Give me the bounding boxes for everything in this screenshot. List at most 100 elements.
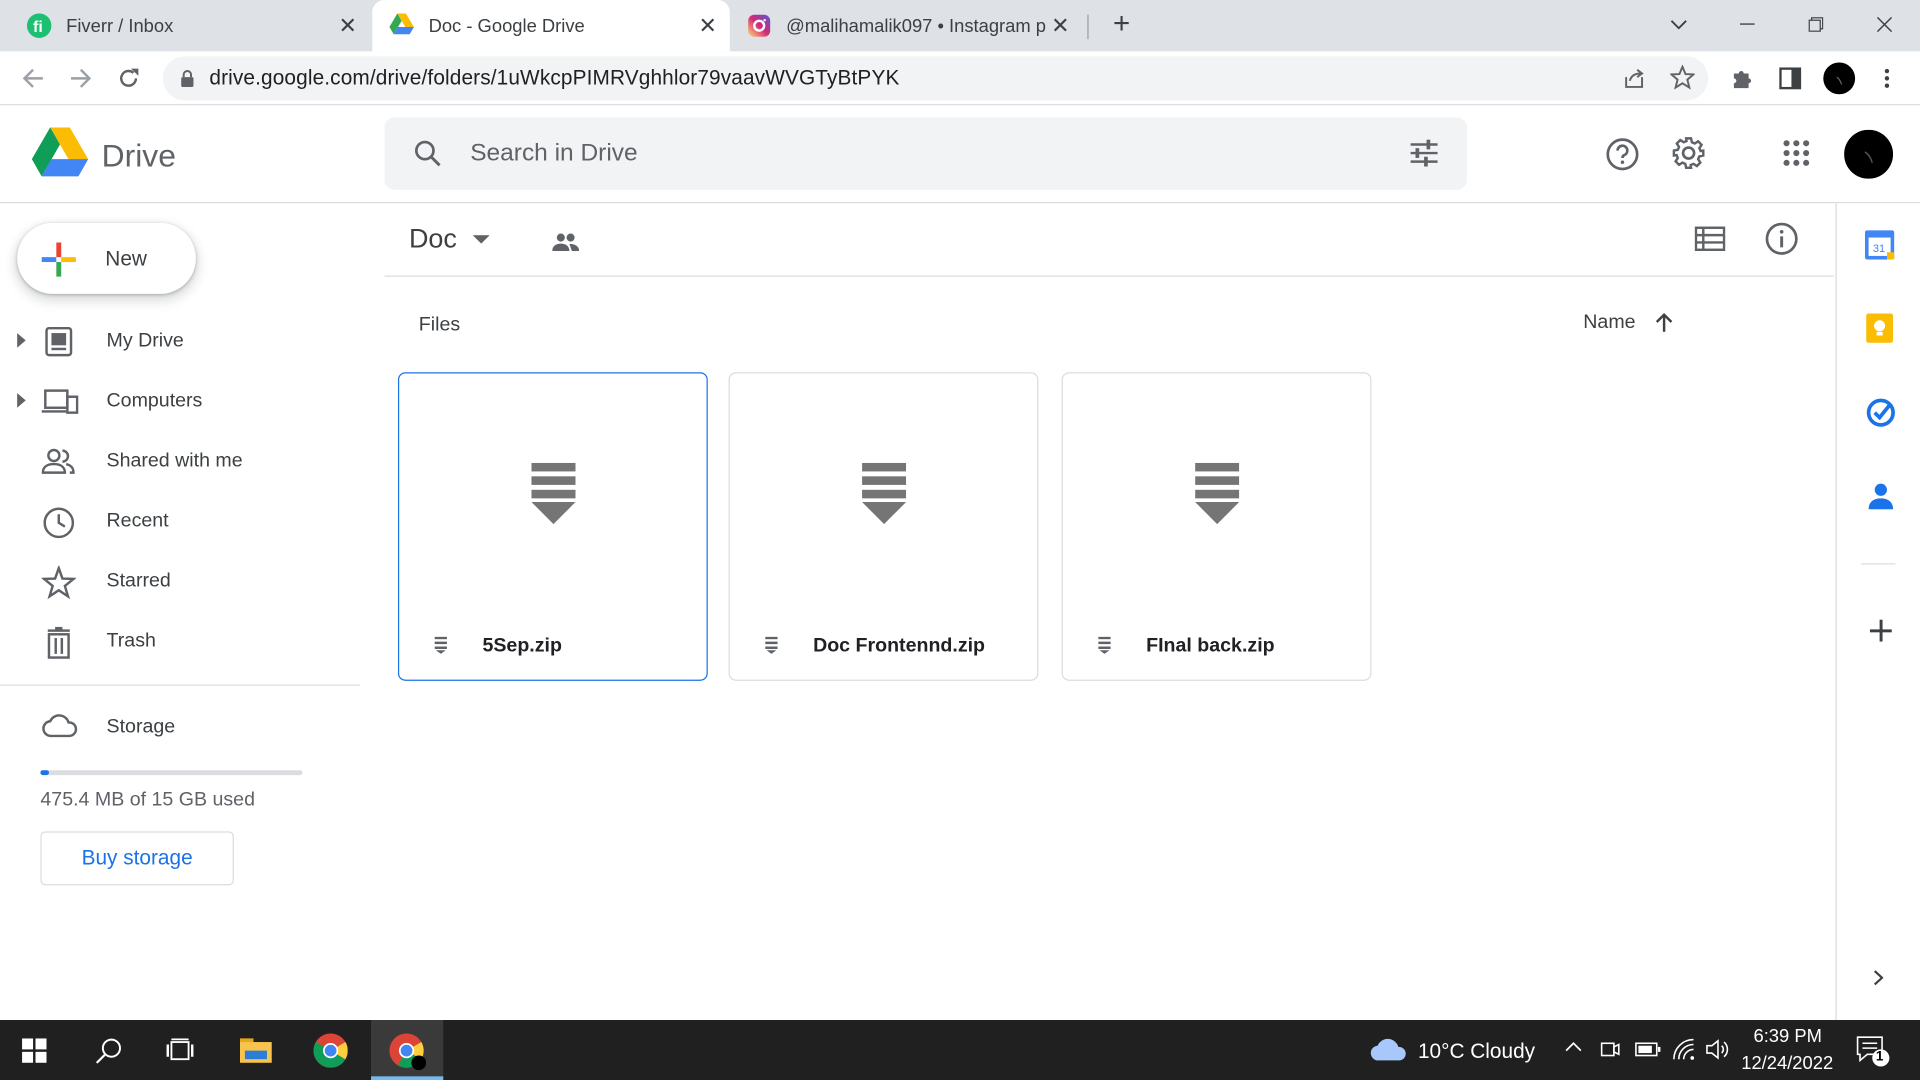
sidebar-item-label: Computers	[106, 390, 203, 412]
side-panel-icon[interactable]	[1773, 61, 1807, 95]
calendar-icon[interactable]: 31	[1864, 230, 1895, 260]
close-window-button[interactable]	[1866, 10, 1903, 39]
google-drive-logo-icon[interactable]	[31, 127, 89, 178]
sort-by-name-button[interactable]: Name	[1583, 312, 1635, 334]
sidebar-item-label: My Drive	[106, 330, 184, 352]
address-bar[interactable]: drive.google.com/drive/folders/1uWkcpPIM…	[162, 56, 1709, 101]
file-thumbnail	[1063, 373, 1370, 613]
search-options-sliders-icon[interactable]	[1409, 139, 1438, 167]
new-tab-button[interactable]: +	[1103, 7, 1140, 40]
browser-menu-icon[interactable]	[1870, 61, 1904, 95]
settings-gear-icon[interactable]	[1671, 136, 1705, 170]
windows-taskbar: 10°C Cloudy 6:39 PM 12/24/2022 1	[0, 1020, 1920, 1080]
trash-icon	[42, 626, 76, 659]
expand-arrow-icon[interactable]	[17, 333, 26, 348]
expand-arrow-icon[interactable]	[17, 393, 26, 408]
shared-folder-people-icon[interactable]	[552, 233, 580, 253]
notification-count: 1	[1875, 1049, 1884, 1065]
profile-avatar-icon[interactable]	[1822, 61, 1856, 95]
tab-fiverr[interactable]: fi Fiverr / Inbox ✕	[0, 0, 370, 51]
search-icon[interactable]	[414, 140, 441, 167]
help-icon[interactable]	[1605, 137, 1639, 171]
drive-app-name[interactable]: Drive	[102, 137, 176, 175]
reload-icon[interactable]	[111, 61, 145, 95]
sidebar-item-shared-with-me[interactable]: Shared with me	[0, 437, 360, 486]
sort-label: Name	[1583, 312, 1636, 334]
share-icon[interactable]	[1622, 66, 1646, 90]
close-tab-icon[interactable]: ✕	[1046, 11, 1075, 40]
get-addons-plus-icon[interactable]	[1869, 619, 1892, 642]
clock-time[interactable]: 6:39 PM	[1753, 1026, 1821, 1047]
restore-button[interactable]	[1798, 10, 1835, 39]
browser-tab-strip: fi Fiverr / Inbox ✕ Doc - Google Drive ✕…	[0, 0, 1920, 52]
folder-title[interactable]: Doc	[409, 223, 457, 255]
back-arrow-icon[interactable]	[16, 61, 50, 95]
clock-date[interactable]: 12/24/2022	[1741, 1053, 1833, 1074]
windows-start-icon[interactable]	[22, 1038, 47, 1063]
sidebar-item-storage[interactable]: Storage	[0, 703, 360, 752]
sidebar-item-starred[interactable]: Starred	[0, 557, 360, 606]
new-button-label: New	[105, 247, 147, 271]
star-icon	[41, 565, 76, 600]
extensions-puzzle-icon[interactable]	[1725, 61, 1759, 95]
buy-storage-button[interactable]: Buy storage	[40, 831, 234, 886]
weather-text[interactable]: 10°C Cloudy	[1418, 1040, 1535, 1064]
zip-archive-icon	[861, 462, 906, 525]
taskbar-search-icon[interactable]	[95, 1037, 123, 1064]
new-button[interactable]: New	[17, 222, 196, 294]
bookmark-star-icon[interactable]	[1670, 64, 1695, 90]
drive-header: Drive Search in Drive	[0, 105, 1920, 204]
tab-instagram[interactable]: @malihamalik097 • Instagram ph ✕	[730, 0, 1083, 51]
file-explorer-icon[interactable]	[240, 1036, 272, 1063]
sidebar-item-computers[interactable]: Computers	[0, 377, 360, 426]
instagram-icon	[747, 13, 771, 37]
chrome-icon[interactable]	[313, 1033, 348, 1068]
sidebar-item-label: Starred	[106, 570, 171, 592]
my-drive-icon	[42, 326, 76, 358]
volume-speaker-icon[interactable]	[1706, 1038, 1730, 1060]
file-card[interactable]: FInal back.zip	[1061, 372, 1372, 681]
details-info-icon[interactable]	[1765, 222, 1799, 256]
google-drive-icon	[389, 13, 414, 37]
forward-arrow-icon[interactable]	[64, 61, 98, 95]
account-avatar[interactable]	[1844, 129, 1894, 179]
storage-usage-fill	[40, 770, 49, 776]
battery-icon[interactable]	[1635, 1042, 1662, 1057]
close-tab-icon[interactable]: ✕	[333, 11, 362, 40]
sidebar-item-my-drive[interactable]: My Drive	[0, 317, 360, 366]
show-hidden-icons-chevron-icon[interactable]	[1565, 1042, 1582, 1052]
file-card[interactable]: Doc Frontennd.zip	[728, 372, 1039, 681]
google-apps-grid-icon[interactable]	[1783, 140, 1810, 167]
meet-now-icon[interactable]	[1600, 1038, 1620, 1060]
storage-usage-text: 475.4 MB of 15 GB used	[40, 789, 255, 811]
contacts-icon[interactable]	[1868, 482, 1894, 510]
tasks-icon[interactable]	[1866, 398, 1895, 427]
minimize-button[interactable]	[1729, 10, 1766, 39]
tab-google-drive[interactable]: Doc - Google Drive ✕	[372, 0, 730, 52]
close-tab-icon[interactable]: ✕	[693, 11, 722, 40]
file-name: FInal back.zip	[1146, 635, 1275, 657]
list-view-icon[interactable]	[1694, 226, 1726, 252]
weather-cloud-icon[interactable]	[1369, 1037, 1408, 1061]
sidebar-item-label: Trash	[106, 630, 156, 652]
wifi-icon[interactable]	[1673, 1038, 1697, 1060]
keep-notes-icon[interactable]	[1866, 313, 1894, 343]
search-bar[interactable]: Search in Drive	[384, 117, 1467, 190]
task-view-icon[interactable]	[166, 1038, 194, 1062]
sidebar-item-recent[interactable]: Recent	[0, 497, 360, 546]
svg-text:31: 31	[1873, 243, 1885, 255]
zip-file-type-icon	[433, 636, 448, 654]
file-name: Doc Frontennd.zip	[813, 635, 986, 657]
computers-icon	[41, 386, 79, 418]
storage-usage-bar	[40, 770, 303, 776]
active-chrome-taskbar-item[interactable]	[371, 1020, 444, 1080]
tab-title: Doc - Google Drive	[428, 15, 585, 37]
notifications-icon[interactable]: 1	[1856, 1036, 1890, 1068]
sidebar-item-trash[interactable]: Trash	[0, 617, 360, 666]
svg-text:fi: fi	[33, 19, 43, 36]
file-card[interactable]: 5Sep.zip	[397, 372, 708, 681]
tab-search-chevron-icon[interactable]	[1660, 10, 1697, 39]
sort-ascending-arrow-icon[interactable]	[1654, 312, 1674, 332]
collapse-panel-chevron-icon[interactable]	[1873, 970, 1884, 986]
folder-dropdown-caret-icon[interactable]	[472, 235, 490, 244]
